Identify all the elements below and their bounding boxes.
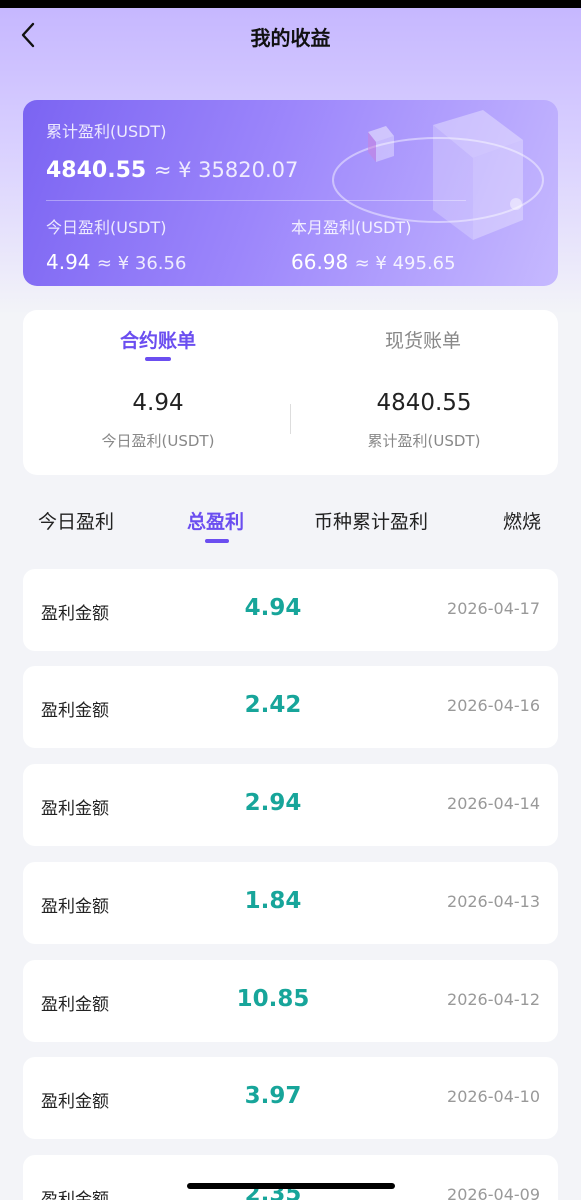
cumulative-profit-stat-value: 4840.55	[376, 390, 472, 416]
tab-spot-bill[interactable]: 现货账单	[323, 326, 523, 353]
cumulative-profit-cny: ≈ ¥ 35820.07	[153, 158, 299, 182]
record-label: 盈利金额	[41, 799, 109, 819]
list-item[interactable]: 盈利金额 10.85 2026-04-12	[23, 960, 558, 1042]
today-profit-label: 今日盈利(USDT)	[46, 218, 167, 237]
tab-burn[interactable]: 燃烧	[503, 507, 541, 534]
month-profit-value: 66.98	[291, 250, 349, 274]
record-amount: 2.42	[244, 692, 302, 718]
profit-tab-indicator	[205, 539, 229, 543]
profit-summary-card: 累计盈利(USDT) 4840.55 ≈ ¥ 35820.07 今日盈利(USD…	[23, 100, 558, 286]
nav-bar: 我的收益	[0, 8, 581, 68]
hero-divider	[46, 200, 466, 201]
record-label: 盈利金额	[41, 604, 109, 624]
record-label: 盈利金额	[41, 897, 109, 917]
record-date: 2026-04-13	[447, 892, 540, 911]
cumulative-profit-stat-label: 累计盈利(USDT)	[367, 432, 481, 450]
record-amount: 10.85	[236, 986, 310, 1012]
cumulative-profit-row: 4840.55 ≈ ¥ 35820.07	[46, 158, 298, 183]
month-profit-cny: ≈ ¥ 495.65	[354, 253, 456, 274]
record-amount: 1.84	[244, 888, 302, 914]
profit-tabs: 今日盈利 总盈利 币种累计盈利 燃烧	[0, 505, 581, 555]
today-profit-cny: ≈ ¥ 36.56	[96, 253, 187, 274]
record-label: 盈利金额	[41, 1092, 109, 1112]
list-item[interactable]: 盈利金额 2.42 2026-04-16	[23, 666, 558, 748]
record-date: 2026-04-09	[447, 1185, 540, 1200]
record-date: 2026-04-14	[447, 794, 540, 813]
cumulative-profit-value: 4840.55	[46, 158, 147, 183]
status-bar	[0, 0, 581, 8]
page-title: 我的收益	[250, 26, 331, 50]
cumulative-profit-label: 累计盈利(USDT)	[46, 122, 167, 141]
today-profit-stat-value: 4.94	[132, 390, 184, 416]
record-label: 盈利金额	[41, 701, 109, 721]
record-label: 盈利金额	[41, 995, 109, 1015]
list-item[interactable]: 盈利金额 1.84 2026-04-13	[23, 862, 558, 944]
today-profit-stat-label: 今日盈利(USDT)	[101, 432, 215, 450]
record-amount: 3.97	[244, 1083, 302, 1109]
bill-card: 合约账单 现货账单 4.94 今日盈利(USDT) 4840.55 累计盈利(U…	[23, 310, 558, 475]
record-date: 2026-04-10	[447, 1087, 540, 1106]
record-date: 2026-04-16	[447, 696, 540, 715]
today-profit-value: 4.94	[46, 250, 91, 274]
tab-total-profit[interactable]: 总盈利	[187, 507, 244, 534]
record-date: 2026-04-17	[447, 599, 540, 618]
month-profit-row: 66.98 ≈ ¥ 495.65	[291, 250, 456, 274]
tab-today-profit[interactable]: 今日盈利	[38, 507, 114, 534]
tab-coin-cumulative-profit[interactable]: 币种累计盈利	[314, 507, 428, 534]
today-profit-row: 4.94 ≈ ¥ 36.56	[46, 250, 186, 274]
list-item[interactable]: 盈利金额 4.94 2026-04-17	[23, 569, 558, 651]
record-amount: 2.94	[244, 790, 302, 816]
month-profit-label: 本月盈利(USDT)	[291, 218, 412, 237]
list-item[interactable]: 盈利金额 3.97 2026-04-10	[23, 1057, 558, 1139]
home-indicator	[187, 1183, 395, 1189]
list-item[interactable]: 盈利金额 2.94 2026-04-14	[23, 764, 558, 846]
bill-tab-indicator	[145, 357, 171, 361]
tab-contract-bill[interactable]: 合约账单	[58, 326, 258, 353]
record-date: 2026-04-12	[447, 990, 540, 1009]
record-label: 盈利金额	[41, 1190, 109, 1200]
stat-divider	[290, 404, 291, 434]
record-amount: 4.94	[244, 595, 302, 621]
list-item[interactable]: 盈利金额 2.35 2026-04-09	[23, 1155, 558, 1200]
